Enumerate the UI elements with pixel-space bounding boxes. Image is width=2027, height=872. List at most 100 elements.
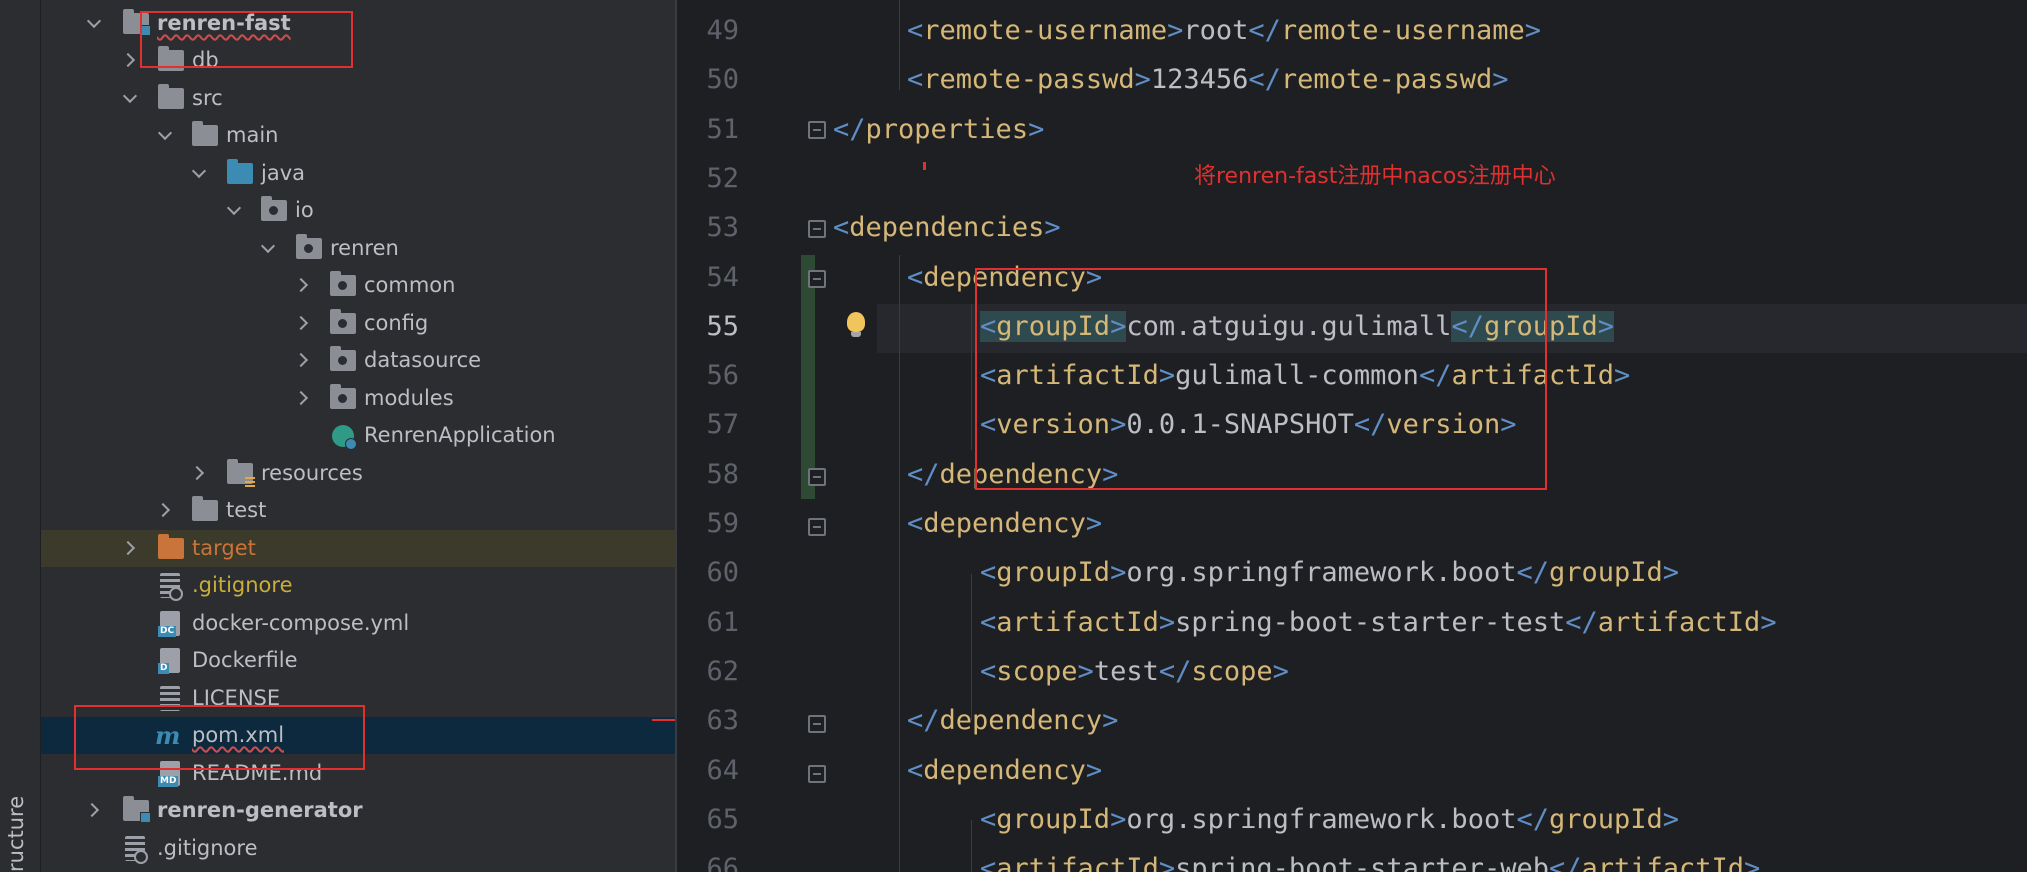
tag-content: org.springframework.boot bbox=[1126, 804, 1517, 835]
fold-icon[interactable] bbox=[808, 715, 826, 733]
tree-item-resources[interactable]: resources bbox=[41, 455, 675, 492]
code-line[interactable]: <dependency> bbox=[907, 499, 1102, 548]
package-icon bbox=[330, 309, 356, 334]
tag-name: remote-passwd bbox=[1280, 64, 1493, 95]
tool-window-stripe: ructure bbox=[0, 0, 41, 872]
fold-icon[interactable] bbox=[808, 765, 826, 783]
chevron-right-icon[interactable] bbox=[192, 466, 206, 480]
tree-item-label: Dockerfile bbox=[192, 648, 298, 672]
code-line[interactable]: <groupId>org.springframework.boot</group… bbox=[980, 548, 1679, 597]
chevron-down-icon[interactable] bbox=[261, 241, 275, 255]
tag-bracket: </ bbox=[1158, 656, 1192, 687]
lightbulb-icon[interactable] bbox=[847, 312, 865, 337]
code-line[interactable]: <remote-username>root</remote-username> bbox=[907, 6, 1541, 55]
indent-guide bbox=[899, 255, 900, 872]
fold-icon[interactable] bbox=[808, 468, 826, 486]
tree-item-renren-application[interactable]: RenrenApplication bbox=[41, 417, 675, 454]
open-tag: <dependency> bbox=[907, 755, 1102, 786]
vcs-change-marker[interactable] bbox=[801, 255, 815, 499]
fold-icon[interactable] bbox=[808, 270, 826, 288]
tree-item-label: main bbox=[226, 123, 279, 147]
tree-item-renren[interactable]: renren bbox=[41, 230, 675, 267]
chevron-right-icon[interactable] bbox=[296, 353, 310, 367]
project-tree-panel[interactable]: renren-fast db src main java io renren c… bbox=[41, 0, 675, 872]
fold-icon[interactable] bbox=[808, 121, 826, 139]
tree-item-dockerfile[interactable]: D Dockerfile bbox=[41, 642, 675, 679]
chevron-down-icon[interactable] bbox=[123, 91, 137, 105]
fold-icon[interactable] bbox=[808, 220, 826, 238]
tree-item-config[interactable]: config bbox=[41, 305, 675, 342]
tag-bracket: > bbox=[1110, 804, 1127, 835]
close-tag: </remote-passwd> bbox=[1248, 64, 1508, 95]
tree-item-gitignore-root[interactable]: .gitignore bbox=[41, 830, 675, 867]
annotation-box-dependency bbox=[975, 268, 1547, 490]
code-line[interactable]: <groupId>org.springframework.boot</group… bbox=[980, 795, 1679, 844]
excluded-folder-icon bbox=[158, 534, 184, 559]
line-number: 58 bbox=[706, 459, 739, 490]
tree-item-renren-generator[interactable]: renren-generator bbox=[41, 792, 675, 829]
tree-item-renren-fast[interactable]: renren-fast bbox=[41, 5, 675, 42]
package-icon bbox=[330, 271, 356, 296]
tree-item-target[interactable]: target bbox=[41, 530, 675, 567]
code-line[interactable]: </dependency> bbox=[907, 696, 1118, 745]
file-type-tag: MD bbox=[158, 776, 179, 787]
docker-compose-file-icon: DC bbox=[158, 611, 180, 637]
tree-item-label: target bbox=[192, 536, 256, 560]
code-line[interactable]: <dependency> bbox=[907, 746, 1102, 795]
tree-item-java[interactable]: java bbox=[41, 155, 675, 192]
tree-item-test[interactable]: test bbox=[41, 492, 675, 529]
tree-item-label: java bbox=[261, 161, 305, 185]
tag-name: dependency bbox=[923, 508, 1086, 539]
line-number: 51 bbox=[706, 114, 739, 145]
indent-guide bbox=[971, 574, 972, 720]
chevron-right-icon[interactable] bbox=[296, 391, 310, 405]
chevron-down-icon[interactable] bbox=[158, 128, 172, 142]
tree-item-common[interactable]: common bbox=[41, 267, 675, 304]
tag-bracket: < bbox=[907, 508, 924, 539]
annotation-box-module bbox=[140, 11, 353, 68]
tag-bracket: </ bbox=[1565, 607, 1598, 638]
chevron-right-icon[interactable] bbox=[87, 803, 101, 817]
code-editor[interactable]: 49 <remote-username>root</remote-username… bbox=[677, 0, 2027, 872]
code-line[interactable]: </properties> bbox=[833, 105, 1044, 154]
tree-item-label: .gitignore bbox=[192, 573, 293, 597]
chevron-right-icon[interactable] bbox=[158, 503, 172, 517]
tree-item-datasource[interactable]: datasource bbox=[41, 342, 675, 379]
package-icon bbox=[330, 384, 356, 409]
tree-item-src[interactable]: src bbox=[41, 80, 675, 117]
chevron-down-icon[interactable] bbox=[227, 203, 241, 217]
tree-item-docker-compose[interactable]: DC docker-compose.yml bbox=[41, 605, 675, 642]
tag-bracket: </ bbox=[907, 459, 940, 490]
tag-bracket: > bbox=[1272, 656, 1289, 687]
folder-icon bbox=[192, 496, 218, 521]
code-line[interactable]: <artifactId>spring-boot-starter-test</ar… bbox=[980, 598, 1777, 647]
tag-bracket: > bbox=[1167, 15, 1184, 46]
code-line[interactable]: <remote-passwd>123456</remote-passwd> bbox=[907, 55, 1509, 104]
chevron-right-icon[interactable] bbox=[123, 541, 137, 555]
code-line[interactable]: <artifactId>spring-boot-starter-web</art… bbox=[980, 844, 1760, 872]
fold-icon[interactable] bbox=[808, 518, 826, 536]
chevron-down-icon[interactable] bbox=[87, 16, 101, 30]
tree-item-modules[interactable]: modules bbox=[41, 380, 675, 417]
folder-icon bbox=[158, 84, 184, 109]
code-line[interactable]: <scope>test</scope> bbox=[980, 647, 1289, 696]
tree-item-db[interactable]: db bbox=[41, 42, 675, 79]
chevron-right-icon[interactable] bbox=[296, 316, 310, 330]
tag-bracket: > bbox=[1744, 853, 1761, 872]
tree-item-io[interactable]: io bbox=[41, 192, 675, 229]
tag-bracket: > bbox=[1614, 360, 1631, 391]
tag-bracket: > bbox=[1085, 755, 1103, 786]
tag-name: groupId bbox=[1548, 804, 1663, 835]
structure-tool-window-button[interactable]: ructure bbox=[4, 782, 28, 872]
line-number: 60 bbox=[706, 557, 739, 588]
chevron-down-icon[interactable] bbox=[192, 166, 206, 180]
tag-content: spring-boot-starter-test bbox=[1175, 607, 1566, 638]
tree-item-gitignore[interactable]: .gitignore bbox=[41, 567, 675, 604]
spring-boot-app-icon bbox=[332, 425, 357, 450]
tree-item-main[interactable]: main bbox=[41, 117, 675, 154]
tag-content: org.springframework.boot bbox=[1126, 557, 1517, 588]
line-number: 53 bbox=[706, 212, 739, 243]
chevron-right-icon[interactable] bbox=[123, 53, 137, 67]
code-line[interactable]: <dependencies> bbox=[833, 203, 1061, 252]
chevron-right-icon[interactable] bbox=[296, 278, 310, 292]
